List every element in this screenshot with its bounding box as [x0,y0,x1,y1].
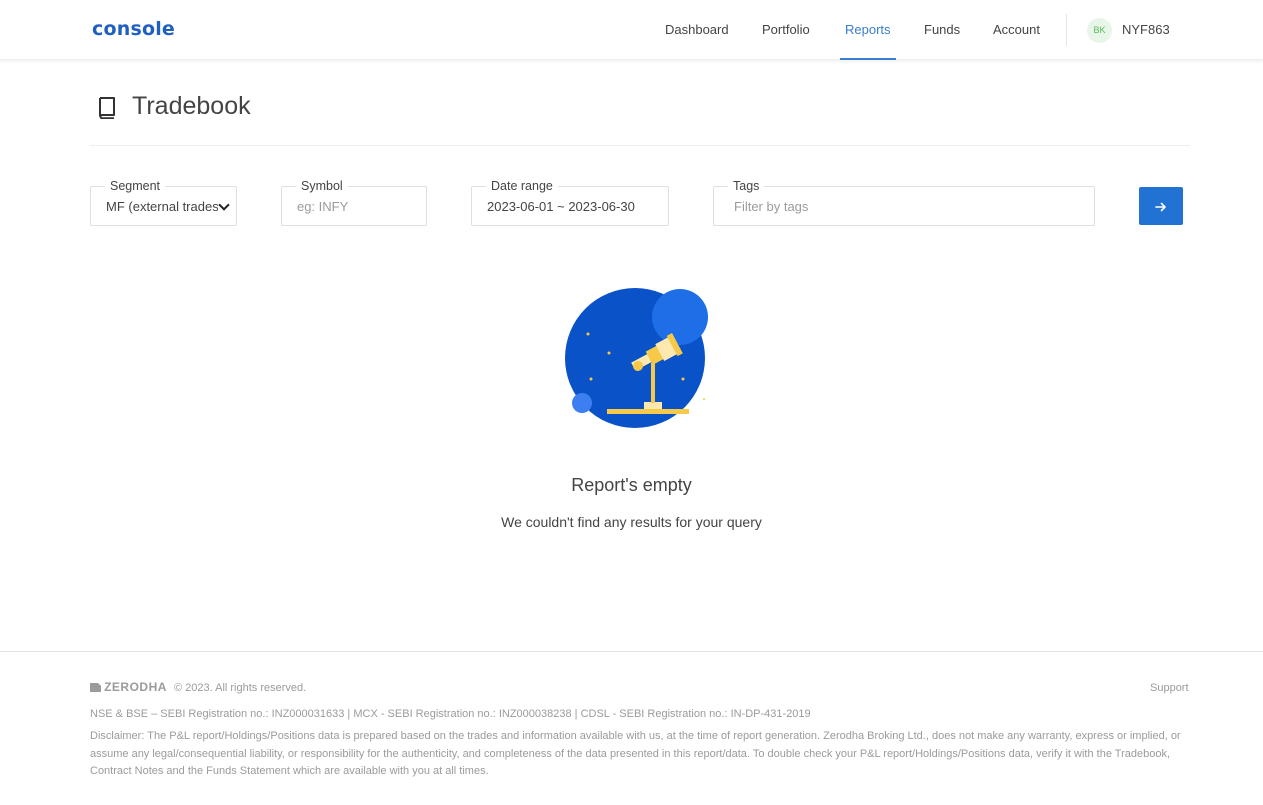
tags-input[interactable]: Tags Filter by tags [713,179,1095,226]
footer-brand: ZERODHA © 2023. All rights reserved. [90,680,306,694]
book-icon [99,97,115,119]
zerodha-wordmark: ZERODHA [104,680,167,694]
registration-text: NSE & BSE – SEBI Registration no.: INZ00… [90,708,811,720]
top-header: console Dashboard Portfolio Reports Fund… [0,0,1263,60]
user-id[interactable]: NYF863 [1122,0,1170,60]
page-title: Tradebook [132,92,251,120]
copyright-text: © 2023. All rights reserved. [173,682,307,694]
date-range-label: Date range [486,179,558,193]
empty-state-title: Report's empty [571,475,692,495]
tags-label: Tags [728,179,765,193]
arrow-right-icon [1155,202,1166,212]
nav-account[interactable]: Account [993,0,1040,60]
telescope-illustration [565,288,708,428]
nav-dashboard[interactable]: Dashboard [665,0,729,60]
nav-portfolio[interactable]: Portfolio [762,0,810,60]
segment-label: Segment [105,179,166,193]
empty-state-message: We couldn't find any results for your qu… [501,514,762,530]
user-avatar[interactable]: BK [1087,18,1112,43]
tags-placeholder: Filter by tags [734,199,809,214]
nav-funds[interactable]: Funds [924,0,960,60]
footer-divider [0,651,1263,652]
segment-value: MF (external trades) [106,199,218,214]
symbol-placeholder: eg: INFY [297,199,349,214]
date-range-input[interactable]: Date range 2023-06-01 ~ 2023-06-30 [471,179,669,226]
submit-button[interactable] [1139,187,1183,225]
chevron-down-icon [218,199,230,211]
nav-divider [1066,14,1067,46]
date-range-value: 2023-06-01 ~ 2023-06-30 [487,199,635,214]
title-divider [90,145,1190,146]
symbol-input[interactable]: Symbol eg: INFY [281,179,427,226]
zerodha-logo-icon [90,683,101,692]
segment-select[interactable]: Segment MF (external trades) [90,179,237,226]
console-logo[interactable]: console [92,18,175,40]
symbol-label: Symbol [296,179,348,193]
nav-reports[interactable]: Reports [840,0,896,60]
support-link[interactable]: Support [1150,682,1189,694]
disclaimer-text: Disclaimer: The P&L report/Holdings/Posi… [90,730,1181,777]
